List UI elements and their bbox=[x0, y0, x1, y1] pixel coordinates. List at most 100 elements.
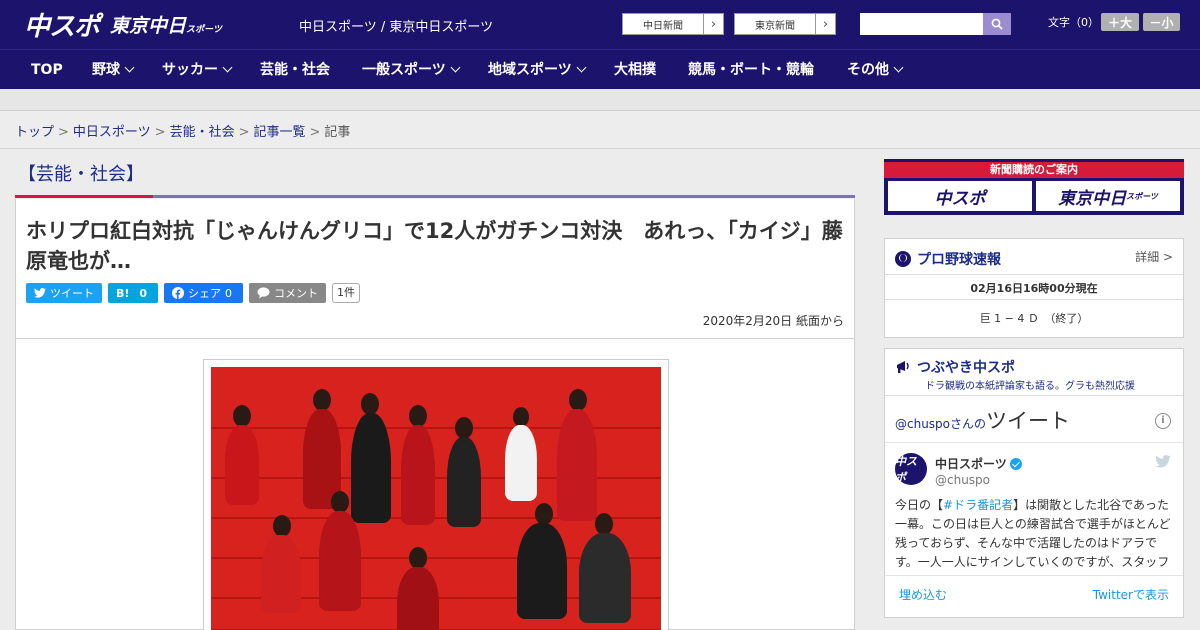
person-figure bbox=[517, 523, 567, 619]
nav-label: 地域スポーツ bbox=[488, 62, 572, 78]
site-links[interactable]: 中日スポーツ / 東京中日スポーツ bbox=[299, 16, 493, 35]
search-input[interactable] bbox=[860, 13, 983, 35]
avatar[interactable]: 中スポ bbox=[895, 453, 927, 485]
facebook-share-button[interactable]: シェア 0 bbox=[164, 283, 243, 303]
baseball-detail-link[interactable]: 詳細 > bbox=[1135, 248, 1173, 265]
embed-link[interactable]: 埋め込む bbox=[899, 586, 947, 603]
breadcrumb-separator: > bbox=[238, 125, 250, 140]
hatena-bookmark-button[interactable]: B! 0 bbox=[108, 283, 158, 303]
person-figure bbox=[351, 413, 391, 523]
baseball-timestamp: 02月16日16時00分現在 bbox=[970, 282, 1098, 295]
chevron-right-icon: › bbox=[703, 14, 723, 34]
twitter-bird-icon[interactable] bbox=[1155, 455, 1171, 468]
breadcrumb-bar: トップ > 中日スポーツ > 芸能・社会 > 記事一覧 > 記事 bbox=[0, 111, 1200, 149]
ext-link-label: 中日新聞 bbox=[643, 20, 683, 32]
site-header: 中スポ 東京中日スポーツ 中日スポーツ / 東京中日スポーツ 中日新聞 › 東京… bbox=[0, 0, 1200, 49]
nav-item-entertainment[interactable]: 芸能・社会 bbox=[260, 50, 330, 90]
person-head bbox=[361, 393, 379, 415]
person-head bbox=[233, 405, 251, 427]
nav-item-general-sports[interactable]: 一般スポーツ bbox=[362, 50, 461, 90]
font-size-label: 文字（0） bbox=[1048, 16, 1099, 29]
category-title: 【芸能・社会】 bbox=[18, 164, 144, 185]
nav-label: 芸能・社会 bbox=[260, 62, 330, 78]
tweet-handle-suffix: さんの bbox=[950, 417, 987, 431]
nav-item-regional-sports[interactable]: 地域スポーツ bbox=[488, 50, 587, 90]
view-on-twitter-link[interactable]: Twitterで表示 bbox=[1093, 586, 1169, 603]
nav-label: サッカー bbox=[162, 62, 218, 78]
nav-item-top[interactable]: TOP bbox=[31, 50, 63, 90]
person-figure bbox=[447, 437, 481, 527]
tweet-hashtag-link[interactable]: #ドラ番記者 bbox=[943, 498, 1013, 512]
person-figure bbox=[225, 425, 259, 505]
breadcrumb-link-article-list[interactable]: 記事一覧 bbox=[254, 125, 306, 140]
subscription-title: 新聞購読のご案内 bbox=[884, 162, 1184, 178]
tweets-title-text: つぶやき中スポ bbox=[917, 360, 1015, 376]
breadcrumb-separator: > bbox=[309, 125, 321, 140]
search-button[interactable] bbox=[983, 13, 1011, 35]
nav-label: TOP bbox=[31, 62, 63, 78]
font-increase-button[interactable]: ＋大 bbox=[1101, 13, 1139, 31]
nav-label: 大相撲 bbox=[614, 62, 656, 78]
baseball-title-text: プロ野球速報 bbox=[917, 252, 1001, 268]
baseball-live-widget: プロ野球速報 詳細 > 02月16日16時00分現在 巨 1 − 4 Ｄ （終了… bbox=[884, 238, 1184, 338]
article-photo[interactable] bbox=[211, 367, 661, 630]
nav-item-racing[interactable]: 競馬・ボート・競輪 bbox=[688, 50, 814, 90]
chevron-down-icon bbox=[222, 62, 233, 73]
chevron-down-icon bbox=[893, 62, 904, 73]
facebook-icon bbox=[172, 287, 184, 299]
hatena-count: 0 bbox=[139, 286, 148, 300]
person-figure bbox=[557, 409, 597, 521]
tweet-heading: ツイート bbox=[986, 409, 1071, 433]
tokyo-chunichi-logo[interactable]: 東京中日スポーツ bbox=[110, 11, 222, 38]
breadcrumb-link-top[interactable]: トップ bbox=[15, 125, 54, 140]
baseball-score[interactable]: 巨 1 − 4 Ｄ （終了） bbox=[885, 310, 1183, 326]
nav-item-sumo[interactable]: 大相撲 bbox=[614, 50, 656, 90]
person-head bbox=[409, 405, 427, 427]
nav-item-other[interactable]: その他 bbox=[847, 50, 904, 90]
person-head bbox=[273, 515, 291, 537]
category-underline bbox=[153, 195, 855, 198]
divider bbox=[885, 442, 1183, 443]
comment-button[interactable]: コメント bbox=[249, 283, 326, 303]
font-decrease-button[interactable]: －小 bbox=[1143, 13, 1180, 31]
info-icon[interactable]: i bbox=[1155, 413, 1171, 429]
article-date: 2020年2月20日 紙面から bbox=[702, 314, 844, 328]
nav-label: 野球 bbox=[92, 62, 120, 78]
person-head bbox=[331, 491, 349, 513]
chuspo-logo[interactable]: 中スポ bbox=[24, 6, 100, 43]
chuspo-subscribe-button[interactable]: 中スポ bbox=[888, 181, 1032, 211]
category-underline-accent bbox=[15, 195, 153, 198]
tweet-handle-link[interactable]: @chuspo bbox=[895, 417, 950, 431]
breadcrumb-separator: > bbox=[154, 125, 166, 140]
breadcrumb-link-entertainment[interactable]: 芸能・社会 bbox=[170, 125, 235, 140]
tweet-user-handle[interactable]: @chuspo bbox=[935, 473, 990, 487]
nav-item-baseball[interactable]: 野球 bbox=[92, 50, 135, 90]
divider bbox=[885, 395, 1183, 396]
tokyo-subscribe-small: スポーツ bbox=[1126, 191, 1158, 201]
hatena-icon: B! bbox=[116, 286, 130, 300]
nav-label: 競馬・ボート・競輪 bbox=[688, 62, 814, 78]
baseball-icon bbox=[895, 251, 911, 267]
tweet-button[interactable]: ツイート bbox=[26, 283, 102, 303]
divider bbox=[885, 274, 1183, 275]
nav-item-soccer[interactable]: サッカー bbox=[162, 50, 233, 90]
person-head bbox=[595, 513, 613, 535]
breadcrumb-link-chunichi-sports[interactable]: 中日スポーツ bbox=[73, 125, 151, 140]
twitter-icon bbox=[34, 288, 46, 298]
ext-link-label: 東京新聞 bbox=[755, 20, 795, 32]
subscription-banner[interactable]: 新聞購読のご案内 中スポ 東京中日 スポーツ bbox=[884, 159, 1184, 215]
tweet-label: ツイート bbox=[50, 287, 94, 300]
tokyo-shimbun-link[interactable]: 東京新聞 › bbox=[734, 13, 836, 35]
tokyo-logo-text: 東京中日 bbox=[110, 15, 187, 37]
breadcrumb: トップ > 中日スポーツ > 芸能・社会 > 記事一覧 > 記事 bbox=[15, 121, 350, 140]
breadcrumb-current: 記事 bbox=[324, 125, 351, 140]
tokyo-chunichi-subscribe-button[interactable]: 東京中日 スポーツ bbox=[1036, 181, 1180, 211]
person-figure bbox=[397, 567, 439, 630]
chunichi-shimbun-link[interactable]: 中日新聞 › bbox=[622, 13, 724, 35]
divider bbox=[885, 299, 1183, 300]
tokyo-logo-small: スポーツ bbox=[186, 25, 222, 35]
chevron-down-icon bbox=[124, 62, 135, 73]
nav-label: その他 bbox=[847, 62, 889, 78]
tweet-user-name[interactable]: 中日スポーツ bbox=[935, 455, 1022, 472]
person-figure bbox=[579, 533, 631, 623]
